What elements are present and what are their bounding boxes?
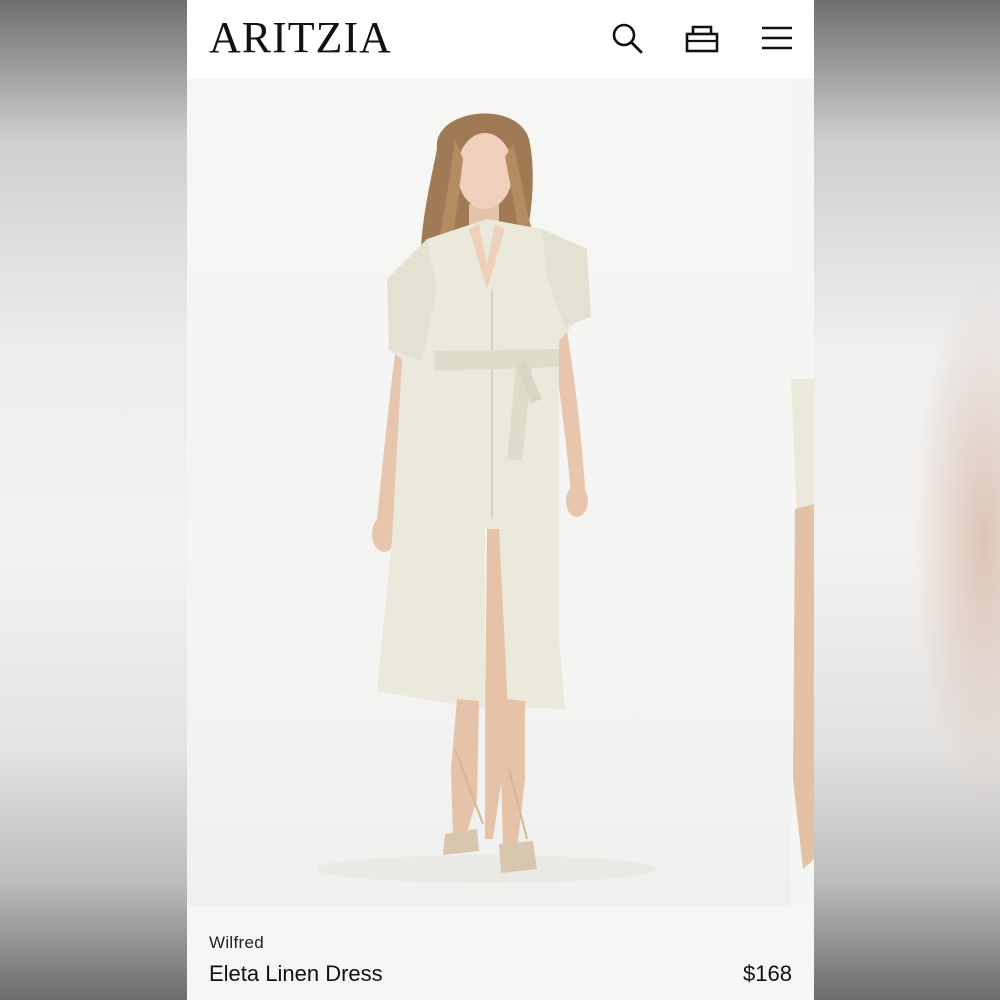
blurred-backdrop-right bbox=[814, 0, 1000, 1000]
shopping-bag-icon[interactable] bbox=[684, 20, 720, 56]
product-image[interactable] bbox=[187, 79, 791, 905]
aritzia-logo[interactable]: ARITZIA bbox=[209, 14, 392, 62]
hamburger-menu-icon[interactable] bbox=[759, 20, 795, 56]
search-icon[interactable] bbox=[609, 20, 645, 56]
product-screen: ARITZIA Wilfred Eleta Linen Dress $168 bbox=[187, 0, 814, 1000]
product-name[interactable]: Eleta Linen Dress bbox=[209, 961, 383, 987]
model-illustration bbox=[317, 113, 657, 883]
next-product-image-peek[interactable] bbox=[791, 79, 814, 905]
product-info[interactable]: Wilfred Eleta Linen Dress $168 bbox=[187, 905, 814, 1000]
product-price: $168 bbox=[743, 961, 792, 986]
blurred-backdrop-left bbox=[0, 0, 187, 1000]
product-brand: Wilfred bbox=[209, 933, 264, 952]
top-navigation-bar: ARITZIA bbox=[187, 0, 814, 78]
